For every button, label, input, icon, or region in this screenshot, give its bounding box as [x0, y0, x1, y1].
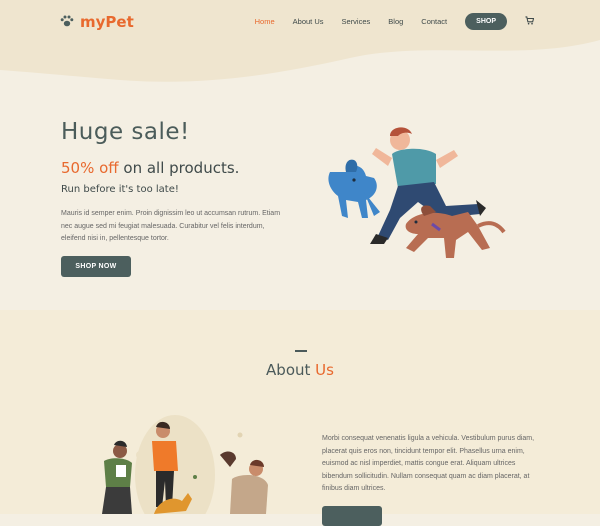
- nav-about-us[interactable]: About Us: [293, 17, 324, 26]
- shop-now-button[interactable]: SHOP NOW: [61, 256, 131, 277]
- about-paragraph: Morbi consequat venenatis ligula a vehic…: [322, 435, 535, 492]
- about-divider: [295, 350, 307, 352]
- hero-offer-accent: 50% off: [61, 159, 119, 177]
- about-illustration: [102, 415, 268, 514]
- site-header: myPet Home About Us Services Blog Contac…: [0, 0, 600, 42]
- hero-subtitle: Run before it's too late!: [61, 184, 179, 195]
- hero-title: Huge sale!: [61, 119, 190, 145]
- nav-blog[interactable]: Blog: [388, 17, 403, 26]
- paw-icon: [60, 12, 74, 31]
- main-nav: Home About Us Services Blog Contact SHOP: [255, 13, 535, 30]
- shop-button[interactable]: SHOP: [465, 13, 507, 30]
- cart-icon[interactable]: [525, 16, 535, 27]
- about-title: About Us: [0, 361, 600, 379]
- about-button[interactable]: [322, 506, 382, 526]
- logo[interactable]: myPet: [60, 12, 134, 31]
- hero-offer-rest: on all products.: [118, 159, 240, 177]
- nav-home[interactable]: Home: [255, 17, 275, 26]
- about-title-accent: Us: [315, 361, 334, 379]
- logo-text: myPet: [80, 12, 134, 31]
- nav-contact[interactable]: Contact: [421, 17, 447, 26]
- nav-services[interactable]: Services: [342, 17, 371, 26]
- about-title-plain: About: [266, 361, 316, 379]
- hero-offer: 50% off on all products.: [61, 159, 239, 177]
- hero-illustration: [328, 127, 506, 258]
- hero-paragraph: Mauris id semper enim. Proin dignissim l…: [61, 210, 281, 242]
